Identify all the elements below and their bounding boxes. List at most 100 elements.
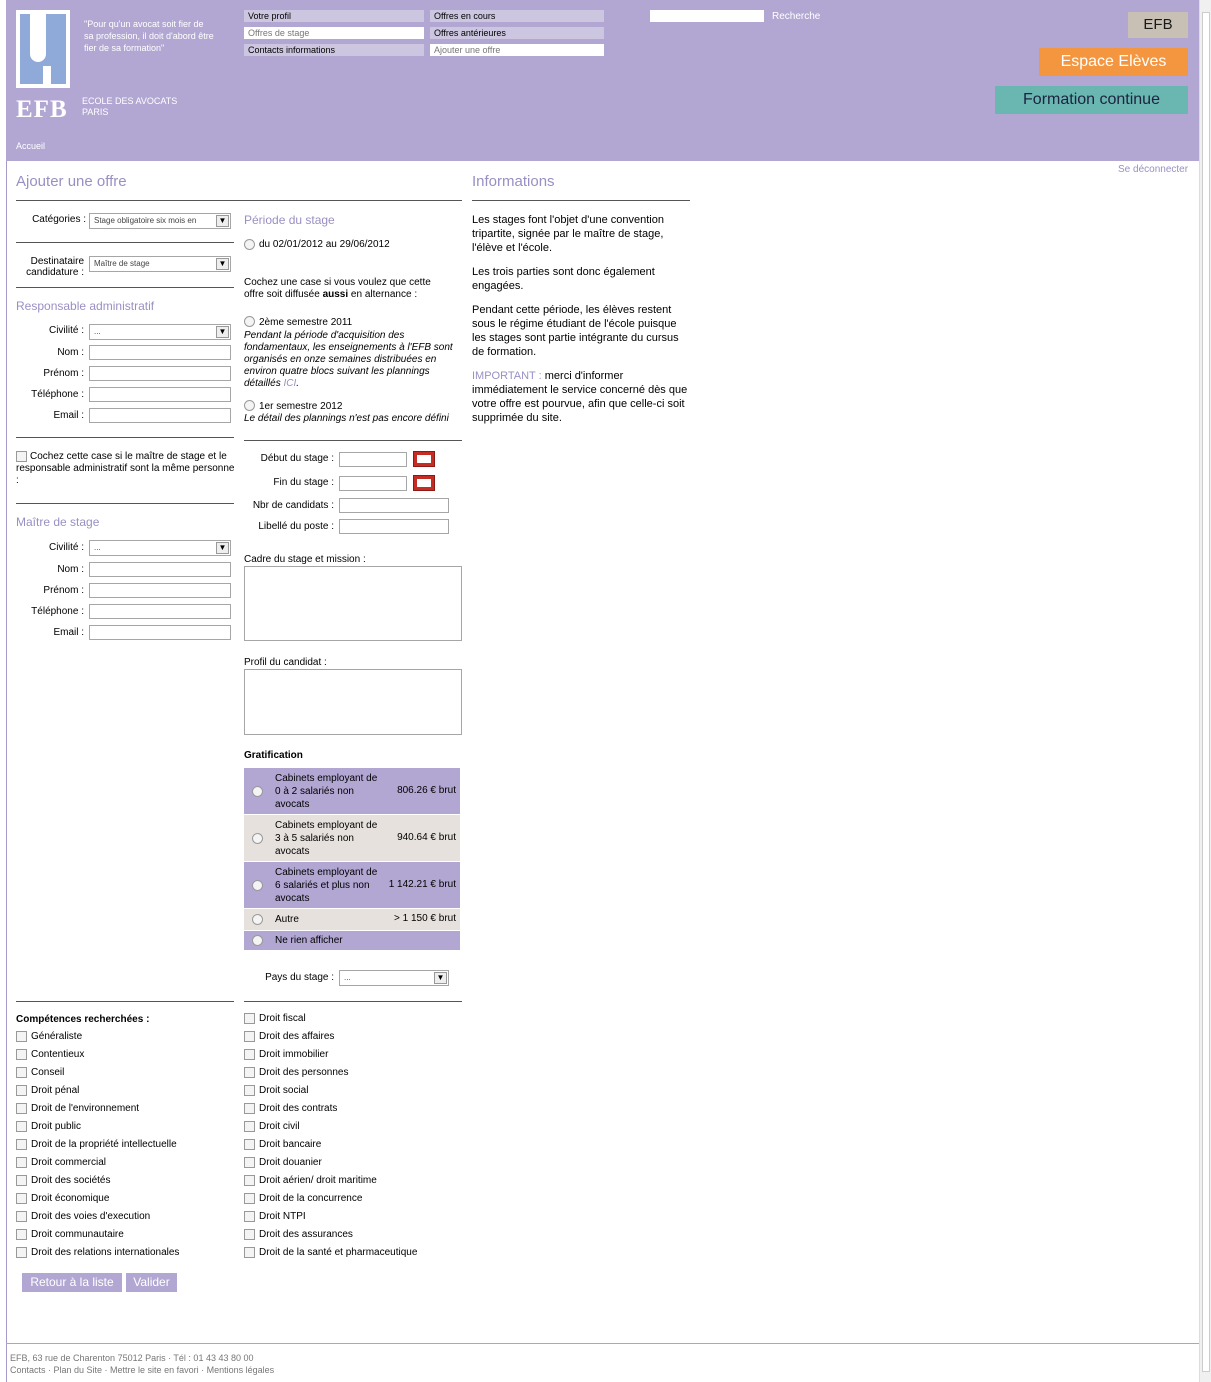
categories-select[interactable]: Stage obligatoire six mois en ▼ [89,213,231,229]
efb-button[interactable]: EFB [1128,12,1188,38]
breadcrumb[interactable]: Accueil [16,141,45,151]
competence-checkbox[interactable] [244,1013,255,1024]
periode-radio[interactable] [244,239,255,250]
alternance-text-line2: offre soit diffusée aussi en alternance … [244,289,464,301]
competence-label: Droit de la concurrence [259,1193,363,1204]
page-frame [6,0,1199,1382]
gratification-radio[interactable] [252,935,263,946]
fin-input[interactable] [339,476,407,491]
competence-checkbox[interactable] [16,1121,27,1132]
semestre-2011-radio[interactable] [244,316,255,327]
competence-checkbox[interactable] [16,1139,27,1150]
alternance-text-2b: aussi [322,289,349,300]
resp-nom-input[interactable] [89,345,231,360]
info-title: Informations [472,173,555,190]
competence-label: Droit aérien/ droit maritime [259,1175,377,1186]
nbr-candidats-input[interactable] [339,498,449,513]
competence-checkbox[interactable] [244,1121,255,1132]
competence-checkbox[interactable] [16,1175,27,1186]
competence-checkbox[interactable] [244,1157,255,1168]
formation-continue-button[interactable]: Formation continue [995,86,1188,114]
nav-votre-profil[interactable]: Votre profil [244,10,424,22]
destinataire-label-line1: Destinataire [30,256,84,267]
espace-eleves-button[interactable]: Espace Elèves [1039,48,1188,76]
maitre-email-input[interactable] [89,625,231,640]
divider [244,1001,462,1002]
debut-input[interactable] [339,452,407,467]
competence-checkbox[interactable] [16,1067,27,1078]
competence-checkbox[interactable] [16,1193,27,1204]
search-button[interactable]: Recherche [772,11,820,22]
maitre-telephone-input[interactable] [89,604,231,619]
school-line1: ECOLE DES AVOCATS [82,96,178,106]
competence-checkbox[interactable] [16,1229,27,1240]
gratification-row[interactable]: Cabinets employant de 6 salariés et plus… [244,862,460,908]
gratification-row[interactable]: Ne rien afficher [244,931,460,950]
competence-checkbox[interactable] [244,1067,255,1078]
maitre-email-label: Email : [53,627,84,638]
footer-links[interactable]: Contacts · Plan du Site · Mettre le site… [10,1365,274,1375]
competence-checkbox[interactable] [244,1247,255,1258]
calendar-icon[interactable] [413,451,435,467]
libelle-input[interactable] [339,519,449,534]
libelle-label: Libellé du poste : [258,521,334,532]
maitre-prenom-input[interactable] [89,583,231,598]
competence-label: Droit pénal [31,1085,80,1096]
scrollbar[interactable] [1199,0,1211,1382]
resp-civilite-value: ... [94,327,101,336]
semestre-2012-radio[interactable] [244,400,255,411]
gratification-radio[interactable] [252,914,263,925]
logout-link[interactable]: Se déconnecter [1118,164,1188,175]
resp-civilite-select[interactable]: ... ▼ [89,324,231,340]
calendar-icon[interactable] [413,475,435,491]
profil-textarea[interactable] [244,669,462,735]
gratification-row[interactable]: Autre > 1 150 € brut [244,909,460,930]
competence-checkbox[interactable] [244,1103,255,1114]
competence-checkbox[interactable] [244,1211,255,1222]
competence-checkbox[interactable] [16,1103,27,1114]
destinataire-select[interactable]: Maître de stage ▼ [89,256,231,272]
resp-prenom-label: Prénom : [43,368,84,379]
gratification-radio[interactable] [252,833,263,844]
maitre-civilite-select[interactable]: ... ▼ [89,540,231,556]
competence-checkbox[interactable] [244,1229,255,1240]
divider [16,242,234,243]
gratification-row[interactable]: Cabinets employant de 3 à 5 salariés non… [244,815,460,861]
competence-checkbox[interactable] [16,1157,27,1168]
retour-button[interactable]: Retour à la liste [22,1273,122,1292]
competence-checkbox[interactable] [244,1175,255,1186]
resp-telephone-input[interactable] [89,387,231,402]
competence-checkbox[interactable] [244,1139,255,1150]
pays-select[interactable]: ... ▼ [339,970,449,986]
competence-checkbox[interactable] [16,1085,27,1096]
valider-button[interactable]: Valider [126,1273,177,1292]
competence-checkbox[interactable] [16,1031,27,1042]
plannings-link[interactable]: ICI [283,378,296,389]
resp-civilite-label: Civilité : [48,325,84,336]
competence-checkbox[interactable] [244,1049,255,1060]
nav-contacts-informations[interactable]: Contacts informations [244,44,424,56]
divider [16,503,234,504]
competence-checkbox[interactable] [16,1049,27,1060]
resp-email-input[interactable] [89,408,231,423]
maitre-nom-input[interactable] [89,562,231,577]
gratification-row[interactable]: Cabinets employant de 0 à 2 salariés non… [244,768,460,814]
gratification-radio[interactable] [252,786,263,797]
semestre-2011-desc: Pendant la période d'acquisition des fon… [244,330,453,389]
resp-prenom-input[interactable] [89,366,231,381]
competence-checkbox[interactable] [16,1247,27,1258]
efb-logo[interactable] [16,10,70,88]
search-input[interactable] [650,10,764,22]
gratification-radio[interactable] [252,880,263,891]
nav-offres-de-stage[interactable]: Offres de stage [244,27,424,39]
nav-ajouter-une-offre[interactable]: Ajouter une offre [430,44,604,56]
competence-checkbox[interactable] [244,1031,255,1042]
cadre-textarea[interactable] [244,566,462,641]
competence-label: Droit public [31,1121,82,1132]
nav-offres-anterieures[interactable]: Offres antérieures [430,27,604,39]
competence-checkbox[interactable] [244,1193,255,1204]
nav-offres-en-cours[interactable]: Offres en cours [430,10,604,22]
competence-checkbox[interactable] [16,1211,27,1222]
scrollbar-thumb[interactable] [1202,12,1210,1372]
competence-checkbox[interactable] [244,1085,255,1096]
